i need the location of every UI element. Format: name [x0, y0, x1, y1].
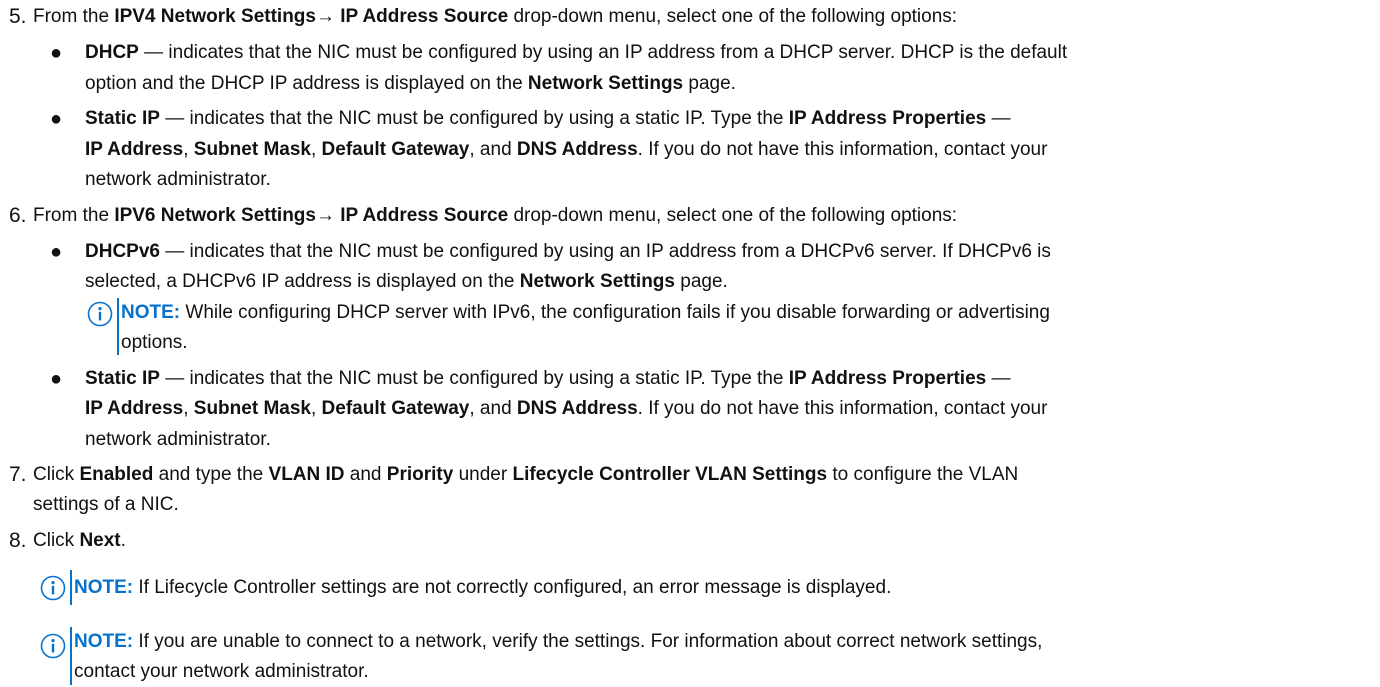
- static-ip-v6-option-line1: Static IP — indicates that the NIC must …: [85, 368, 1011, 389]
- static-ip-v6-option-line3: network administrator.: [85, 429, 271, 450]
- step-8-text: Click Next.: [33, 530, 126, 551]
- dhcpv6-note-line1: NOTE: While configuring DHCP server with…: [121, 302, 1050, 323]
- note-1-text: NOTE: If Lifecycle Controller settings a…: [74, 577, 892, 598]
- dhcpv6-option-line2: selected, a DHCPv6 IP address is display…: [85, 271, 728, 292]
- info-circle-icon: [40, 575, 66, 601]
- dhcp-option-line1: DHCP — indicates that the NIC must be co…: [85, 42, 1068, 63]
- step-number: 5.: [9, 5, 27, 28]
- step-number: 7.: [9, 463, 27, 486]
- dhcpv6-option-line1: DHCPv6 — indicates that the NIC must be …: [85, 241, 1051, 262]
- step-7-line1: Click Enabled and type the VLAN ID and P…: [33, 464, 1019, 485]
- dhcp-option-line2: option and the DHCP IP address is displa…: [85, 73, 736, 94]
- static-ip-option-line3: network administrator.: [85, 169, 271, 190]
- note-accent-bar: [70, 570, 72, 605]
- static-ip-v6-option-line2: IP Address, Subnet Mask, Default Gateway…: [85, 398, 1048, 419]
- static-ip-option-line1: Static IP — indicates that the NIC must …: [85, 108, 1011, 129]
- step-number: 6.: [9, 204, 27, 227]
- note-accent-bar: [70, 627, 72, 685]
- static-ip-option-line2: IP Address, Subnet Mask, Default Gateway…: [85, 139, 1048, 160]
- bullet-dot: ●: [50, 241, 63, 263]
- info-circle-icon: [40, 633, 66, 659]
- note-accent-bar: [117, 298, 119, 355]
- step-7-line2: settings of a NIC.: [33, 494, 179, 515]
- step-number: 8.: [9, 529, 27, 552]
- info-circle-icon: [87, 301, 113, 327]
- bullet-dot: ●: [50, 368, 63, 390]
- step-6-intro: From the IPV6 Network Settings→ IP Addre…: [33, 205, 958, 226]
- note-2-line2: contact your network administrator.: [74, 661, 369, 682]
- document-page: 5. From the IPV4 Network Settings→ IP Ad…: [0, 0, 1380, 687]
- note-2-line1: NOTE: If you are unable to connect to a …: [74, 631, 1043, 652]
- dhcpv6-note-line2: options.: [121, 332, 188, 353]
- bullet-dot: ●: [50, 108, 63, 130]
- bullet-dot: ●: [50, 42, 63, 64]
- step-5-intro: From the IPV4 Network Settings→ IP Addre…: [33, 6, 958, 27]
